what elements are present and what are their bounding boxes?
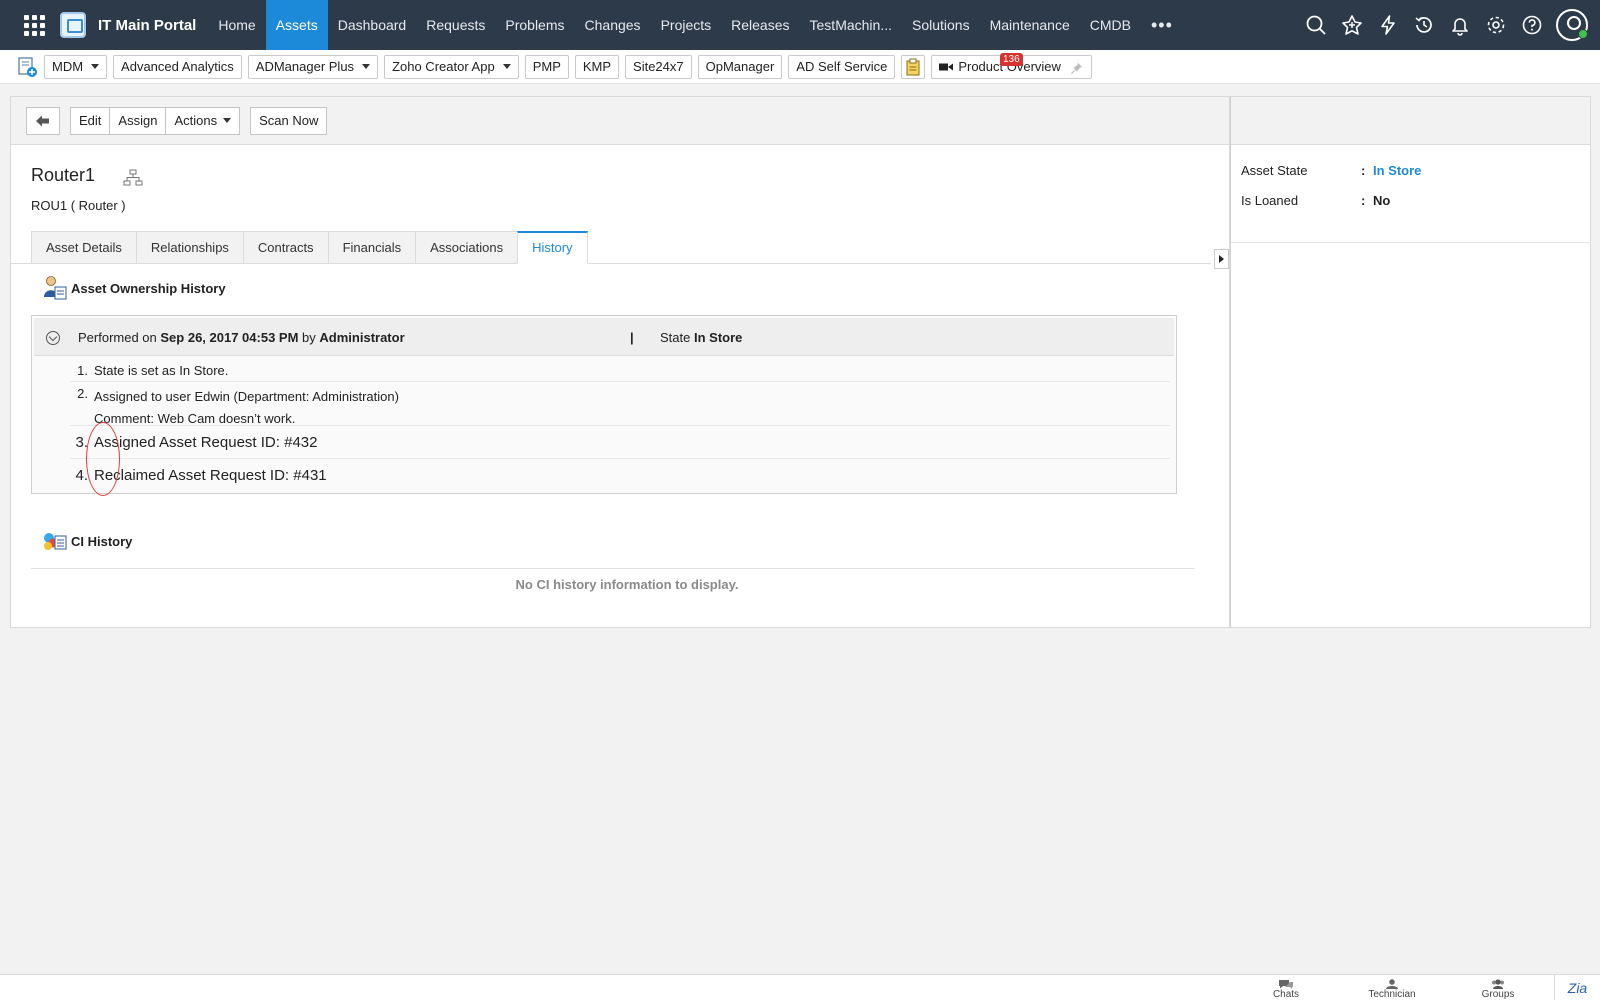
zia-assistant-icon[interactable]: Zia [1554, 975, 1600, 1000]
header-separator: | [630, 330, 634, 345]
nav-tab-dashboard[interactable]: Dashboard [328, 0, 417, 50]
user-history-icon [41, 275, 69, 301]
nav-tab-releases[interactable]: Releases [721, 0, 799, 50]
pmp-button[interactable]: PMP [524, 54, 569, 79]
ad-self-service-button[interactable]: AD Self Service [788, 54, 896, 79]
annotation-circle [86, 422, 120, 496]
tab-relationships[interactable]: Relationships [135, 231, 243, 264]
nav-tab-home[interactable]: Home [208, 0, 265, 50]
nav-tab-solutions[interactable]: Solutions [902, 0, 980, 50]
list-item: 1. State is set as In Store. [70, 360, 1170, 382]
nav-tab-maintenance[interactable]: Maintenance [980, 0, 1080, 50]
asset-state-row: Asset State : In Store [1241, 163, 1422, 178]
list-item: 3. Assigned Asset Request ID: #432 [70, 426, 1170, 459]
edit-button[interactable]: Edit [70, 106, 111, 135]
ci-history-heading: CI History [41, 528, 132, 554]
site24x7-button[interactable]: Site24x7 [625, 54, 692, 79]
add-new-icon[interactable] [16, 56, 38, 78]
history-entry-header: Performed on Sep 26, 2017 04:53 PM by Ad… [34, 318, 1174, 356]
chat-icon [1279, 980, 1293, 989]
is-loaned-value: No [1373, 193, 1391, 208]
groups-button[interactable]: Groups [1468, 977, 1528, 1000]
more-tabs-icon[interactable]: ••• [1141, 0, 1183, 50]
person-icon [1386, 979, 1398, 989]
integration-toolbar: MDM Advanced Analytics ADManager Plus Zo… [0, 50, 1600, 84]
notification-badge: 136 [1000, 53, 1023, 66]
quick-create-icon[interactable] [1334, 7, 1370, 43]
technician-button[interactable]: Technician [1362, 977, 1422, 1000]
zoho-creator-dropdown[interactable]: Zoho Creator App [384, 54, 519, 79]
list-item: 4. Reclaimed Asset Request ID: #431 [75, 467, 327, 484]
asset-state-value[interactable]: In Store [1373, 163, 1421, 178]
list-item: 2. Assigned to user Edwin (Department: A… [70, 382, 1170, 426]
tab-asset-details[interactable]: Asset Details [31, 231, 136, 264]
header-icons [1298, 0, 1588, 50]
performed-info: Performed on Sep 26, 2017 04:53 PM by Ad… [78, 330, 405, 345]
app-grid-icon[interactable] [22, 13, 46, 37]
admanager-plus-dropdown[interactable]: ADManager Plus [247, 54, 379, 79]
nav-tab-changes[interactable]: Changes [575, 0, 651, 50]
summary-header [1231, 97, 1590, 145]
history-entry-list: 1. State is set as In Store. 2. Assigned… [70, 360, 1170, 492]
tab-associations[interactable]: Associations [415, 231, 518, 264]
nav-tab-problems[interactable]: Problems [495, 0, 574, 50]
collapse-side-panel-button[interactable] [1214, 249, 1229, 269]
video-camera-icon [939, 63, 954, 70]
ci-empty-message: No CI history information to display. [515, 577, 739, 592]
pin-icon[interactable] [1070, 62, 1083, 74]
help-icon[interactable] [1514, 7, 1550, 43]
advanced-analytics-button[interactable]: Advanced Analytics [113, 54, 242, 79]
chevron-down-icon [362, 64, 371, 69]
action-bar: Edit Assign Actions Scan Now [11, 97, 1229, 145]
asset-title: Router1 [31, 165, 96, 185]
group-icon [1492, 979, 1504, 989]
main-nav-tabs: Home Assets Dashboard Requests Problems … [208, 0, 1183, 50]
portal-logo-icon [60, 12, 86, 38]
nav-tab-cmdb[interactable]: CMDB [1080, 0, 1141, 50]
chevron-down-icon [223, 118, 232, 123]
ci-history-icon [41, 528, 69, 554]
user-avatar[interactable] [1556, 9, 1588, 41]
asset-summary-panel: Asset State : In Store Is Loaned : No [1230, 96, 1591, 628]
settings-gear-icon[interactable] [1478, 7, 1514, 43]
kmp-button[interactable]: KMP [574, 54, 620, 79]
hierarchy-icon[interactable] [123, 169, 143, 187]
actions-dropdown[interactable]: Actions [166, 106, 241, 135]
collapse-toggle-icon[interactable] [46, 331, 60, 345]
portal-name[interactable]: IT Main Portal [98, 17, 196, 34]
tab-history[interactable]: History [517, 231, 588, 264]
nav-tab-requests[interactable]: Requests [416, 0, 495, 50]
arrow-left-icon [36, 115, 49, 126]
ci-divider [31, 568, 1195, 569]
scan-now-button[interactable]: Scan Now [250, 106, 328, 135]
nav-tab-projects[interactable]: Projects [651, 0, 722, 50]
assign-button[interactable]: Assign [110, 106, 167, 135]
ownership-history-entry: Performed on Sep 26, 2017 04:53 PM by Ad… [31, 315, 1177, 494]
chevron-down-icon [502, 64, 511, 69]
opmanager-button[interactable]: OpManager [697, 54, 783, 79]
notes-button[interactable] [901, 54, 926, 79]
asset-tabs: Asset Details Relationships Contracts Fi… [31, 231, 588, 264]
clipboard-icon [906, 58, 920, 75]
back-button[interactable] [26, 106, 60, 135]
nav-tab-testmachine[interactable]: TestMachin... [800, 0, 902, 50]
is-loaned-row: Is Loaned : No [1241, 193, 1391, 208]
chevron-down-icon [91, 64, 100, 69]
search-icon[interactable] [1298, 7, 1334, 43]
history-icon[interactable] [1406, 7, 1442, 43]
nav-tab-assets[interactable]: Assets [265, 0, 328, 50]
asset-detail-panel: Edit Assign Actions Scan Now Router1 ROU… [10, 96, 1230, 628]
notification-bell-icon[interactable] [1442, 7, 1478, 43]
state-info: State In Store [660, 330, 743, 345]
chats-button[interactable]: Chats [1256, 977, 1316, 1000]
lightning-icon[interactable] [1370, 7, 1406, 43]
mdm-dropdown[interactable]: MDM [44, 54, 108, 79]
top-navbar: IT Main Portal Home Assets Dashboard Req… [0, 0, 1600, 50]
bottom-bar: Chats Technician Groups Zia [0, 974, 1600, 1000]
tab-financials[interactable]: Financials [327, 231, 416, 264]
summary-divider [1231, 242, 1591, 243]
ownership-history-heading: Asset Ownership History [41, 275, 226, 301]
asset-subtitle: ROU1 ( Router ) [31, 198, 126, 213]
tab-contracts[interactable]: Contracts [242, 231, 328, 264]
